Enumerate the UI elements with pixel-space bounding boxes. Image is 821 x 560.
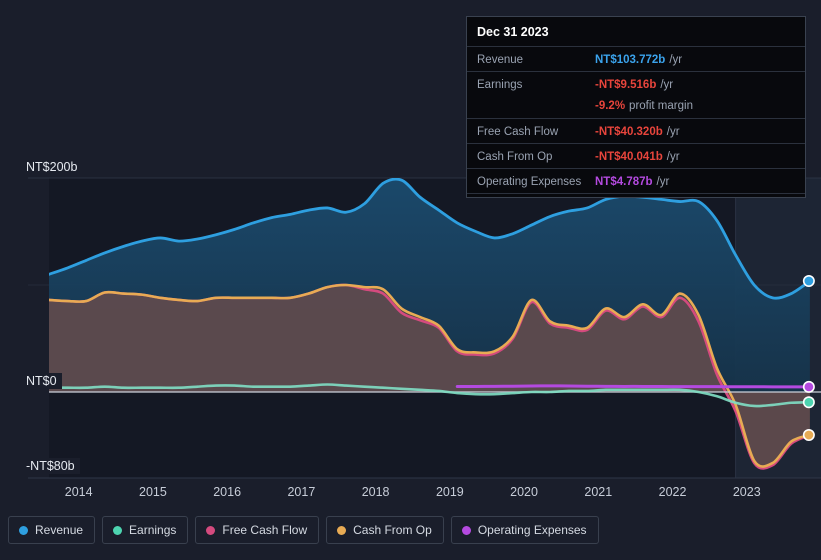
legend-color-dot [337, 525, 347, 535]
endpoint-marker-revenue [802, 274, 815, 287]
tooltip-row-label: Operating Expenses [477, 176, 582, 188]
y-axis-label-top: NT$200b [22, 159, 83, 175]
tooltip-row-unit: /yr [666, 151, 680, 163]
legend-color-dot [206, 525, 216, 535]
x-axis-label-2017: 2017 [287, 485, 316, 499]
x-axis-label-2015: 2015 [139, 485, 167, 499]
tooltip-row-label: Free Cash Flow [477, 126, 559, 138]
legend-item-free-cash-flow[interactable]: Free Cash Flow [195, 516, 320, 544]
legend-color-dot [113, 525, 123, 535]
legend-color-dot [461, 525, 471, 535]
x-axis-label-2014: 2014 [64, 485, 93, 499]
tooltip-row-value-group: NT$4.787b/yr [595, 172, 669, 190]
tooltip-row-unit: /yr [656, 176, 670, 188]
legend-item-label: Revenue [35, 523, 84, 537]
tooltip-row-unit: /yr [660, 79, 674, 91]
legend-item-operating-expenses[interactable]: Operating Expenses [450, 516, 599, 544]
tooltip-row: -9.2% profit margin [467, 96, 805, 118]
operating-expenses-line [455, 384, 812, 389]
tooltip-row-unit: /yr [669, 54, 683, 66]
tooltip-row-value-group: -NT$9.516b/yr [595, 75, 673, 93]
tooltip-divider [467, 193, 805, 197]
tooltip-row: Revenue NT$103.772b/yr [467, 46, 805, 71]
legend-item-label: Earnings [129, 523, 177, 537]
data-tooltip: Dec 31 2023 Revenue NT$103.772b/yr Earning… [466, 16, 806, 198]
x-axis-label-2016: 2016 [213, 485, 242, 499]
x-axis-label-2019: 2019 [435, 485, 464, 499]
tooltip-row-value: NT$103.772b [595, 54, 666, 66]
tooltip-row: Free Cash Flow -NT$40.320b/yr [467, 118, 805, 143]
y-axis-label-bottom: -NT$80b [22, 458, 80, 474]
x-axis-label-2023: 2023 [732, 485, 761, 499]
tooltip-row: Cash From Op -NT$40.041b/yr [467, 143, 805, 168]
chart-legend: Revenue Earnings Free Cash Flow Cash From O… [8, 516, 599, 544]
endpoint-marker-operating-expenses [802, 380, 815, 393]
tooltip-row-value-group: -NT$40.041b/yr [595, 147, 680, 165]
legend-color-dot [19, 525, 28, 535]
tooltip-row-value-group: -9.2% profit margin [595, 96, 693, 114]
legend-item-label: Free Cash Flow [222, 523, 308, 537]
x-axis-label-2020: 2020 [510, 485, 538, 499]
legend-item-earnings[interactable]: Earnings [102, 516, 189, 544]
tooltip-row: Earnings -NT$9.516b/yr [467, 71, 805, 96]
tooltip-row-value: NT$4.787b [595, 176, 653, 188]
tooltip-row-value: -NT$40.320b [595, 126, 663, 138]
legend-item-label: Operating Expenses [477, 523, 587, 537]
tooltip-date: Dec 31 2023 [477, 25, 549, 39]
y-axis-label-zero: NT$0 [22, 373, 62, 389]
x-axis-label-2021: 2021 [584, 485, 613, 499]
tooltip-row: Operating Expenses NT$4.787b/yr [467, 168, 805, 193]
legend-item-revenue[interactable]: Revenue [8, 516, 96, 544]
legend-item-label: Cash From Op [353, 523, 432, 537]
legend-item-cash-from-op[interactable]: Cash From Op [326, 516, 444, 544]
tooltip-row-value: -NT$40.041b [595, 151, 663, 163]
tooltip-row-value-group: NT$103.772b/yr [595, 50, 682, 68]
endpoint-marker-earnings [802, 396, 815, 409]
financial-chart: NT$200b NT$0 -NT$80b 2014 2015 2016 2017 201… [0, 0, 821, 560]
tooltip-row-unit: profit margin [629, 100, 693, 112]
tooltip-row-label: Cash From Op [477, 151, 553, 163]
tooltip-row-label: Revenue [477, 54, 524, 66]
tooltip-rows: Revenue NT$103.772b/yr Earnings -NT$9.516b /… [467, 46, 805, 193]
tooltip-row-label: Earnings [477, 79, 523, 91]
tooltip-row-value-group: -NT$40.320b/yr [595, 122, 680, 140]
x-axis-label-2022: 2022 [658, 485, 687, 499]
x-axis-label-2018: 2018 [361, 485, 390, 499]
tooltip-row-value: -9.2% [595, 100, 626, 112]
tooltip-row-value: -NT$9.516b [595, 79, 657, 91]
endpoint-marker-cash-from-op [802, 429, 815, 442]
tooltip-row-unit: /yr [666, 126, 680, 138]
